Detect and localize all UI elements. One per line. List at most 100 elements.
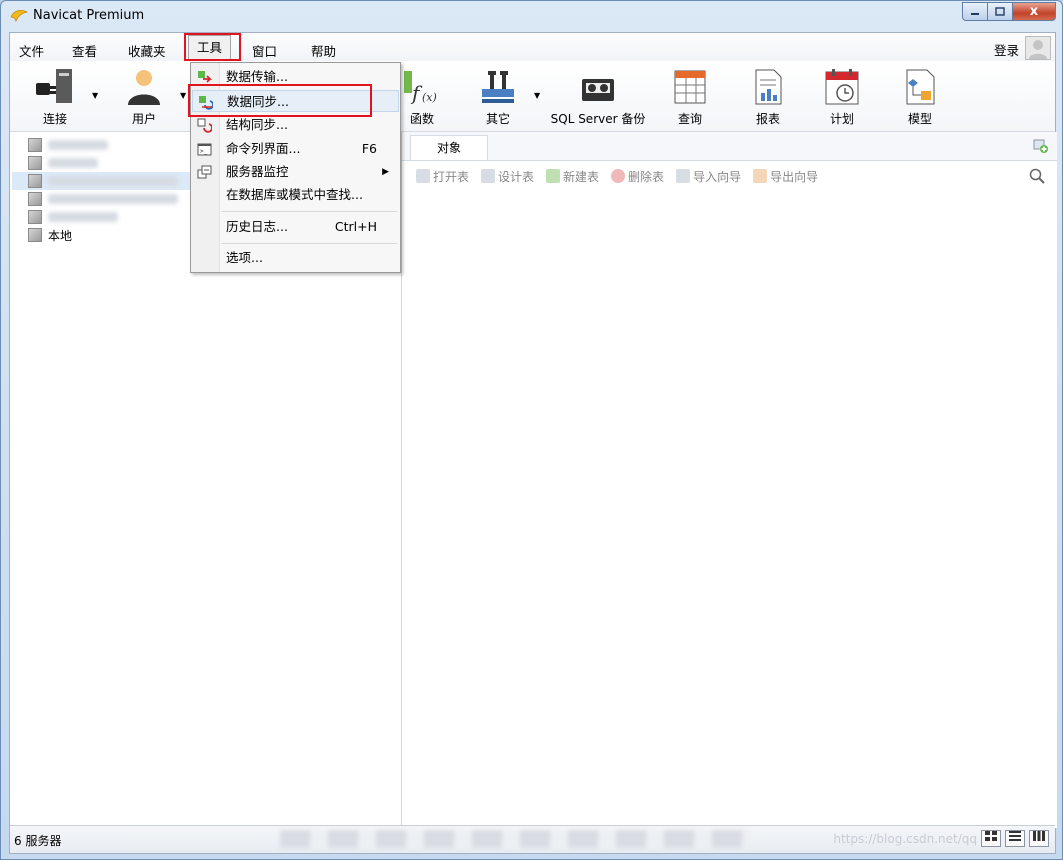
detail-view-icon — [1033, 831, 1045, 841]
minimize-button[interactable] — [962, 2, 988, 21]
main-toolbar: 连接 ▼ 用户 ▼ f (x) 函数 其它 ▼ SQL Server 备份 查询… — [10, 61, 1055, 132]
maximize-button[interactable] — [988, 2, 1013, 21]
connection-icon — [28, 156, 42, 170]
menu-item-shortcut: Ctrl+H — [334, 219, 377, 234]
object-pane: 对象 打开表 设计表 新建表 删除表 导入向导 导出向导 — [402, 132, 1057, 828]
menu-favorites[interactable]: 收藏夹 — [126, 41, 168, 60]
window-controls: x — [962, 2, 1056, 21]
tools-menu-highlight — [184, 33, 241, 61]
connection-icon — [28, 138, 42, 152]
connect-dropdown-icon[interactable]: ▼ — [92, 91, 98, 100]
menu-item-shortcut: F6 — [361, 141, 377, 156]
menu-item-label: 结构同步... — [226, 117, 288, 132]
list-view-button[interactable] — [1005, 830, 1025, 847]
menu-item-structure-sync[interactable]: 结构同步... — [192, 114, 399, 136]
minimize-icon — [971, 12, 979, 15]
list-view-icon — [1009, 831, 1021, 841]
export-wizard-button[interactable]: 导出向导 — [753, 168, 818, 185]
query-button[interactable]: 查询 — [670, 65, 710, 127]
other-dropdown-icon[interactable]: ▼ — [534, 91, 540, 100]
menu-window[interactable]: 窗口 — [250, 41, 279, 60]
menu-item-options[interactable]: 选项... — [192, 247, 399, 269]
delete-table-button[interactable]: 删除表 — [611, 168, 664, 185]
calendar-clock-icon — [825, 69, 859, 105]
server-count: 6 服务器 — [14, 834, 62, 848]
menu-item-history-log[interactable]: 历史日志... Ctrl+H — [192, 216, 399, 238]
redacted-text — [48, 212, 118, 222]
connect-button[interactable]: 连接 — [30, 65, 80, 127]
connection-icon — [28, 210, 42, 224]
close-button[interactable]: x — [1013, 2, 1056, 21]
query-table-icon — [674, 70, 706, 104]
tools-icon — [482, 71, 514, 103]
detail-view-button[interactable] — [1029, 830, 1049, 847]
user-label: 用户 — [131, 112, 156, 126]
maximize-icon — [995, 7, 1005, 16]
object-toolbar: 打开表 设计表 新建表 删除表 导入向导 导出向导 — [402, 161, 1057, 191]
user-dropdown-icon[interactable]: ▼ — [180, 91, 186, 100]
console-icon: >_ — [197, 143, 212, 156]
menu-file[interactable]: 文件 — [17, 41, 46, 60]
data-transfer-icon — [198, 71, 212, 83]
model-button[interactable]: 模型 — [898, 65, 942, 127]
app-window: Navicat Premium x 文件 查看 收藏夹 工具 窗口 帮助 登录 — [0, 0, 1063, 860]
tree-item-local[interactable]: 本地 — [28, 226, 72, 244]
sqlserver-backup-button[interactable]: SQL Server 备份 — [546, 65, 650, 127]
delete-table-label: 删除表 — [628, 169, 665, 184]
avatar[interactable] — [1025, 36, 1051, 60]
login-link[interactable]: 登录 — [994, 40, 1019, 59]
menu-item-server-monitor[interactable]: 服务器监控 ▶ — [192, 161, 399, 183]
menu-view[interactable]: 查看 — [70, 41, 99, 60]
grid-view-button[interactable] — [981, 830, 1001, 847]
add-tab-icon[interactable] — [1033, 138, 1049, 154]
menu-item-find-in-database[interactable]: 在数据库或模式中查找... — [192, 184, 399, 206]
function-label: 函数 — [409, 112, 434, 126]
import-icon — [676, 169, 691, 183]
open-table-icon — [416, 169, 430, 183]
menu-item-label: 在数据库或模式中查找... — [226, 187, 363, 202]
user-button[interactable]: 用户 — [122, 65, 166, 127]
tab-objects[interactable]: 对象 — [410, 135, 488, 160]
report-button[interactable]: 报表 — [748, 65, 788, 127]
new-table-button[interactable]: 新建表 — [546, 168, 599, 185]
menu-item-command-line[interactable]: >_ 命令列界面... F6 — [192, 138, 399, 160]
other-button[interactable]: 其它 — [476, 65, 520, 127]
function-button[interactable]: f (x) 函数 — [402, 65, 442, 127]
plug-icon — [36, 69, 72, 103]
open-table-label: 打开表 — [433, 169, 470, 184]
design-table-button[interactable]: 设计表 — [481, 168, 534, 185]
connection-icon — [28, 192, 42, 206]
import-wizard-button[interactable]: 导入向导 — [676, 168, 741, 185]
connect-label: 连接 — [42, 112, 67, 126]
title-bar: Navicat Premium x — [1, 1, 1062, 31]
redacted-status — [280, 830, 750, 848]
tree-item[interactable] — [28, 190, 178, 208]
other-label: 其它 — [485, 112, 510, 126]
client-area: 文件 查看 收藏夹 工具 窗口 帮助 登录 连接 ▼ 用户 ▼ f (x) 函数… — [9, 32, 1057, 854]
model-label: 模型 — [907, 112, 932, 126]
tree-item[interactable] — [28, 208, 118, 226]
menu-separator — [221, 211, 397, 212]
open-table-button[interactable]: 打开表 — [416, 168, 469, 185]
menu-item-label: 选项... — [226, 250, 263, 265]
server-monitor-icon — [197, 165, 212, 179]
tree-item-selected[interactable] — [12, 172, 198, 190]
menu-help[interactable]: 帮助 — [309, 41, 338, 60]
object-tab-bar: 对象 — [402, 132, 1057, 161]
new-table-label: 新建表 — [563, 169, 600, 184]
user-avatar-icon — [1029, 40, 1047, 59]
redacted-text — [48, 158, 98, 168]
data-sync-highlight — [188, 84, 372, 117]
report-label: 报表 — [755, 112, 780, 126]
schedule-button[interactable]: 计划 — [820, 65, 864, 127]
svg-text:(x): (x) — [422, 91, 437, 104]
menu-item-label: 命令列界面... — [226, 141, 301, 156]
tree-item[interactable] — [28, 154, 98, 172]
tree-item[interactable] — [28, 136, 108, 154]
navicat-logo-icon — [10, 10, 28, 22]
menu-bar: 文件 查看 收藏夹 工具 窗口 帮助 登录 — [10, 33, 1055, 61]
search-icon[interactable] — [1029, 168, 1045, 184]
sqlserver-backup-label: SQL Server 备份 — [550, 112, 646, 126]
redacted-text — [48, 194, 178, 204]
user-icon — [128, 70, 160, 105]
